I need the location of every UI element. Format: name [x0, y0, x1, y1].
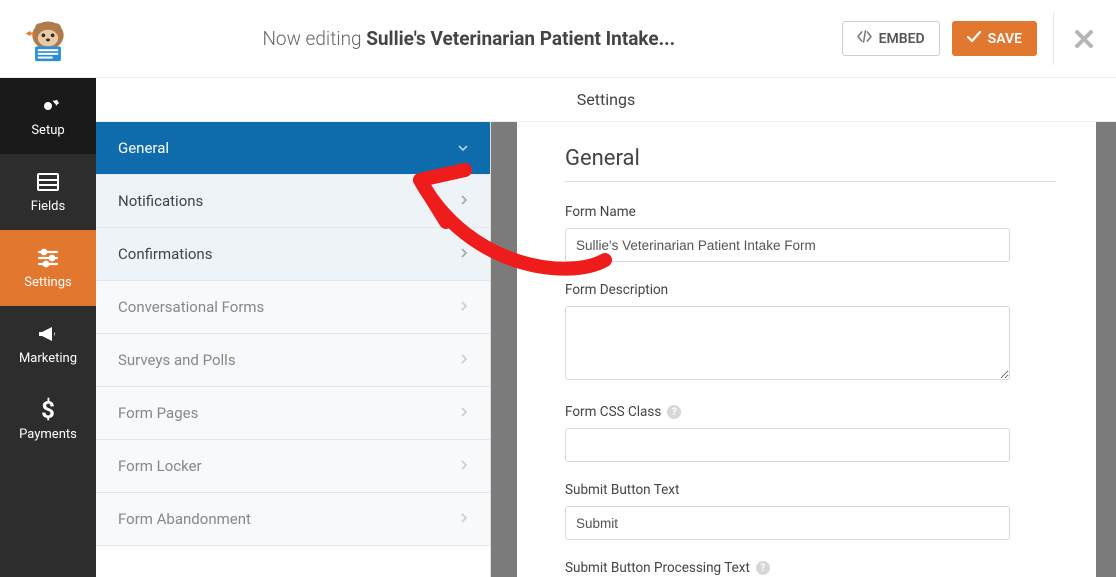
field-form-css: Form CSS Class ? — [565, 404, 1056, 462]
embed-button[interactable]: EMBED — [842, 21, 940, 56]
help-icon[interactable]: ? — [667, 405, 681, 419]
chevron-right-icon — [460, 512, 468, 526]
form-css-label: Form CSS Class ? — [565, 404, 1056, 420]
nav-fields[interactable]: Fields — [0, 154, 96, 230]
list-icon — [36, 170, 60, 194]
panel-label: Conversational Forms — [118, 298, 264, 316]
save-label: SAVE — [988, 31, 1022, 47]
close-button[interactable] — [1074, 29, 1094, 49]
editing-form-name: Sullie's Veterinarian Patient Intake... — [366, 27, 675, 50]
gear-icon — [36, 94, 60, 118]
chevron-down-icon — [458, 141, 468, 155]
panel-item-form-abandonment[interactable]: Form Abandonment — [96, 493, 490, 546]
form-description-input[interactable] — [565, 306, 1010, 380]
field-form-name: Form Name — [565, 204, 1056, 262]
content-column: Settings General Notifications — [96, 78, 1116, 577]
panel-label: Form Locker — [118, 457, 202, 475]
panel-item-confirmations[interactable]: Confirmations — [96, 228, 490, 281]
editing-title: Now editing Sullie's Veterinarian Patien… — [96, 27, 842, 50]
nav-payments-label: Payments — [19, 427, 77, 442]
panel-item-notifications[interactable]: Notifications — [96, 175, 490, 228]
sliders-icon — [36, 246, 60, 270]
chevron-right-icon — [460, 247, 468, 261]
nav-settings-label: Settings — [24, 275, 71, 290]
top-actions: EMBED SAVE — [842, 13, 1116, 65]
form-description-label: Form Description — [565, 282, 1056, 298]
save-button[interactable]: SAVE — [952, 21, 1037, 56]
nav-fields-label: Fields — [31, 199, 65, 214]
form-name-input[interactable] — [565, 228, 1010, 262]
chevron-right-icon — [460, 406, 468, 420]
content-scroll[interactable]: General Notifications Confirmations — [96, 122, 1116, 577]
settings-panel: General Notifications Confirmations — [96, 122, 491, 577]
editing-prefix: Now editing — [262, 27, 366, 50]
panel-label: General — [118, 139, 169, 157]
left-nav: Setup Fields Settings Marketing $ Paymen… — [0, 78, 96, 577]
nav-marketing-label: Marketing — [19, 351, 77, 366]
panel-label: Confirmations — [118, 245, 212, 263]
dollar-icon: $ — [36, 398, 60, 422]
panel-label: Surveys and Polls — [118, 351, 236, 369]
nav-setup-label: Setup — [31, 123, 64, 138]
form-css-input[interactable] — [565, 428, 1010, 462]
panel-item-form-pages[interactable]: Form Pages — [96, 387, 490, 440]
panel-label: Form Pages — [118, 404, 198, 422]
nav-marketing[interactable]: Marketing — [0, 306, 96, 382]
field-submit-text: Submit Button Text — [565, 482, 1056, 540]
nav-settings[interactable]: Settings — [0, 230, 96, 306]
settings-header: Settings — [96, 78, 1116, 122]
panel-item-general[interactable]: General — [96, 122, 490, 175]
panel-label: Notifications — [118, 192, 203, 210]
form-settings-area: General Form Name Form Description Form … — [517, 122, 1096, 577]
right-gutter — [1096, 122, 1116, 577]
submit-text-label: Submit Button Text — [565, 482, 1056, 498]
panel-item-conversational[interactable]: Conversational Forms — [96, 281, 490, 334]
submit-text-input[interactable] — [565, 506, 1010, 540]
section-heading: General — [565, 146, 1056, 182]
panel-item-form-locker[interactable]: Form Locker — [96, 440, 490, 493]
embed-label: EMBED — [879, 31, 925, 47]
submit-processing-label: Submit Button Processing Text ? — [565, 560, 1056, 576]
check-icon — [967, 31, 981, 47]
brand-logo — [0, 0, 96, 78]
svg-text:$: $ — [41, 397, 55, 423]
chevron-right-icon — [460, 194, 468, 208]
bullhorn-icon — [36, 322, 60, 346]
chevron-right-icon — [460, 353, 468, 367]
embed-icon — [857, 30, 872, 47]
nav-payments[interactable]: $ Payments — [0, 382, 96, 458]
panel-label: Form Abandonment — [118, 510, 251, 528]
form-name-label: Form Name — [565, 204, 1056, 220]
field-form-description: Form Description — [565, 282, 1056, 384]
nav-setup[interactable]: Setup — [0, 78, 96, 154]
help-icon[interactable]: ? — [756, 561, 770, 575]
main-area: Setup Fields Settings Marketing $ Paymen… — [0, 78, 1116, 577]
gutter-strip — [491, 122, 517, 577]
panel-item-surveys[interactable]: Surveys and Polls — [96, 334, 490, 387]
chevron-right-icon — [460, 300, 468, 314]
divider — [1053, 13, 1054, 65]
field-submit-processing: Submit Button Processing Text ? — [565, 560, 1056, 576]
settings-list[interactable]: General Notifications Confirmations — [96, 122, 490, 577]
top-bar: Now editing Sullie's Veterinarian Patien… — [0, 0, 1116, 78]
chevron-right-icon — [460, 459, 468, 473]
